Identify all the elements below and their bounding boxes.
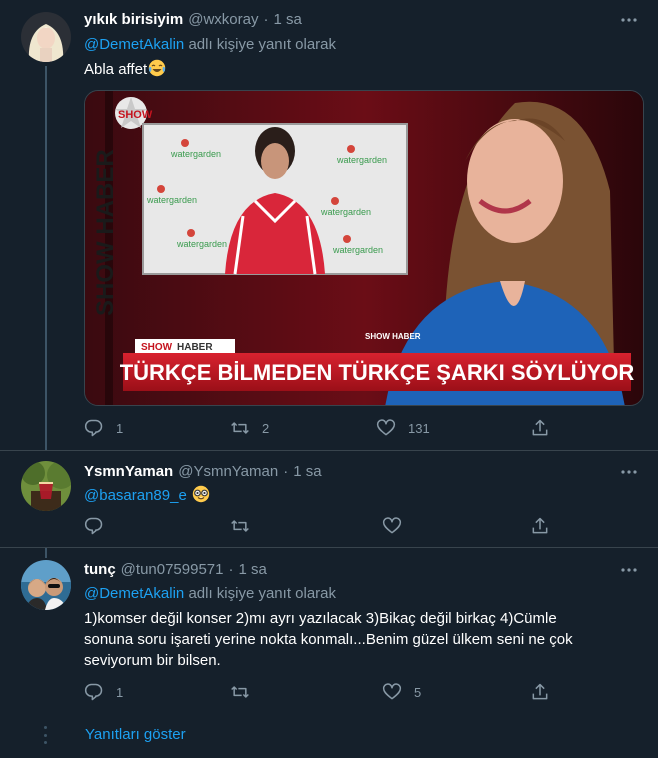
separator-dot: · <box>283 463 289 480</box>
retweet-button[interactable] <box>230 682 262 702</box>
share-icon <box>532 419 548 436</box>
replying-to: @DemetAkalin adlı kişiye yanıt olarak <box>84 36 336 53</box>
reply-icon <box>84 419 103 437</box>
tweet-2[interactable]: YsmnYaman @YsmnYaman · 1 sa @basaran89_e <box>0 451 658 547</box>
share-button[interactable] <box>530 682 550 702</box>
tears-of-joy-emoji-icon <box>148 59 166 77</box>
retweet-icon <box>231 686 249 698</box>
heart-icon <box>376 419 396 436</box>
like-button[interactable]: 5 <box>382 682 421 702</box>
tweet-text-line: 1)komser değil konser 2)mı ayrı yazılaca… <box>84 610 557 627</box>
heart-icon <box>382 683 402 700</box>
nerd-face-emoji-icon <box>192 485 210 503</box>
tweet-text: @basaran89_e <box>84 485 210 506</box>
like-count: 131 <box>408 420 430 436</box>
news-headline: TÜRKÇE BİLMEDEN TÜRKÇE ŞARKI SÖYLÜYOR <box>120 360 635 385</box>
tweet-actions <box>84 516 554 536</box>
avatar[interactable] <box>21 461 71 511</box>
svg-text:SHOW: SHOW <box>118 109 153 121</box>
mention-link[interactable]: @basaran89_e <box>84 487 187 504</box>
tweet-actions: 1 5 <box>84 682 554 702</box>
tweet-text-line: seviyorum bir bilsen. <box>84 652 221 669</box>
tweet-text-line: sonuna soru işareti yerine nokta konmalı… <box>84 631 573 648</box>
thread-line <box>45 66 47 450</box>
mention-link[interactable]: @DemetAkalin <box>84 585 184 602</box>
svg-text:watergarden: watergarden <box>170 149 221 159</box>
svg-text:watergarden: watergarden <box>146 195 197 205</box>
small-label: SHOW HABER <box>365 332 421 341</box>
more-options-icon[interactable] <box>618 12 640 28</box>
share-icon <box>532 517 548 534</box>
tweet-text: 1)komser değil konser 2)mı ayrı yazılaca… <box>84 608 573 671</box>
display-name[interactable]: tunç <box>84 561 116 578</box>
reply-count: 1 <box>116 420 124 436</box>
user-handle[interactable]: @wxkoray <box>188 11 258 28</box>
more-options-icon[interactable] <box>618 562 640 578</box>
display-name[interactable]: YsmnYaman <box>84 463 173 480</box>
timestamp[interactable]: 1 sa <box>273 11 301 28</box>
svg-text:watergarden: watergarden <box>176 239 227 249</box>
side-text: SHOW HABER <box>92 149 119 316</box>
share-button[interactable] <box>530 418 550 438</box>
share-icon <box>532 683 548 700</box>
heart-icon <box>382 517 402 534</box>
reply-count: 1 <box>116 684 124 700</box>
retweet-button[interactable] <box>230 516 262 536</box>
mention-link[interactable]: @DemetAkalin <box>84 36 184 53</box>
retweet-count: 2 <box>262 420 270 436</box>
timestamp[interactable]: 1 sa <box>293 463 321 480</box>
replying-to: @DemetAkalin adlı kişiye yanıt olarak <box>84 585 336 602</box>
like-button[interactable]: 131 <box>376 418 430 438</box>
svg-text:watergarden: watergarden <box>332 245 383 255</box>
tweet-media-image[interactable]: SHOW HABER SHOW watergarden watergarden … <box>84 90 644 406</box>
separator-dot: · <box>263 11 269 28</box>
show-replies-link[interactable]: Yanıtları göster <box>85 726 186 743</box>
avatar[interactable] <box>21 560 71 610</box>
reply-icon <box>84 517 103 535</box>
separator-dot: · <box>228 561 234 578</box>
reply-icon <box>84 683 103 701</box>
retweet-icon <box>231 422 249 434</box>
display-name[interactable]: yıkık birisiyim <box>84 11 183 28</box>
tweet-header: yıkık birisiyim @wxkoray · 1 sa <box>84 11 302 28</box>
share-button[interactable] <box>530 516 550 536</box>
reply-button[interactable]: 1 <box>84 418 123 438</box>
svg-text:SHOW: SHOW <box>141 342 173 353</box>
svg-text:watergarden: watergarden <box>320 207 371 217</box>
tweet-text: Abla affet <box>84 59 166 80</box>
thread-line <box>45 548 47 558</box>
tweet-actions: 1 2 131 <box>84 418 554 438</box>
like-count: 5 <box>414 684 422 700</box>
avatar[interactable] <box>21 12 71 62</box>
user-handle[interactable]: @tun07599571 <box>121 561 224 578</box>
retweet-button[interactable]: 2 <box>230 418 269 438</box>
tweet-text-content: Abla affet <box>84 61 148 78</box>
user-handle[interactable]: @YsmnYaman <box>178 463 278 480</box>
retweet-icon <box>231 520 249 532</box>
svg-text:watergarden: watergarden <box>336 155 387 165</box>
more-options-icon[interactable] <box>618 464 640 480</box>
thread-continuation-dots <box>44 726 48 744</box>
tweet-header: YsmnYaman @YsmnYaman · 1 sa <box>84 463 322 480</box>
timestamp[interactable]: 1 sa <box>239 561 267 578</box>
like-button[interactable] <box>382 516 414 536</box>
tweet-header: tunç @tun07599571 · 1 sa <box>84 561 267 578</box>
reply-suffix: adlı kişiye yanıt olarak <box>188 36 337 53</box>
reply-suffix: adlı kişiye yanıt olarak <box>188 585 337 602</box>
svg-text:HABER: HABER <box>177 342 213 353</box>
reply-button[interactable] <box>84 516 116 536</box>
reply-button[interactable]: 1 <box>84 682 123 702</box>
tweet-1[interactable]: yıkık birisiyim @wxkoray · 1 sa @DemetAk… <box>0 0 658 450</box>
